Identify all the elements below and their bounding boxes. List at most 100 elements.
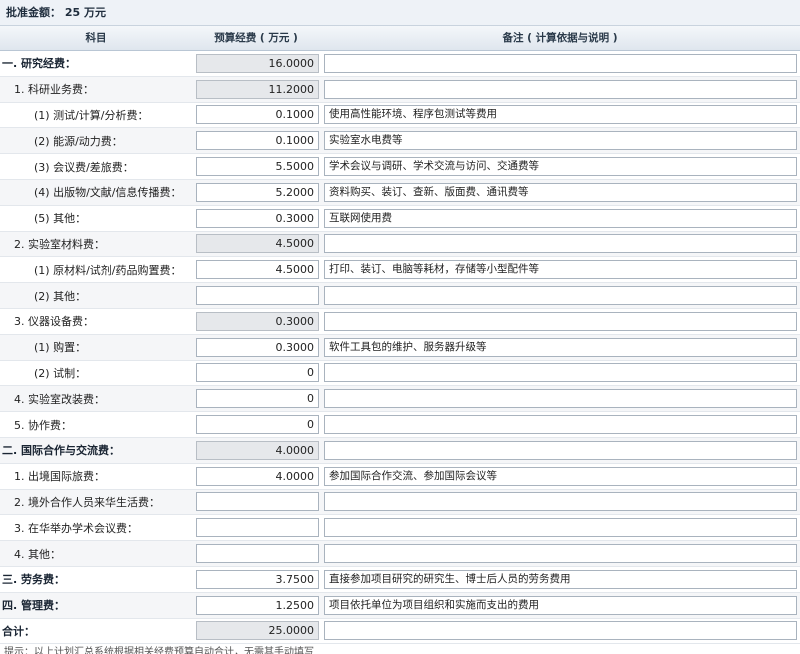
budget-input[interactable]: 3.7500	[196, 569, 319, 589]
remark-input[interactable]: 实验室水电费等	[324, 131, 797, 151]
row-label: (2) 其他：	[34, 289, 87, 303]
remark-input[interactable]	[324, 363, 797, 383]
table-row: 1. 出境国际旅费： 4.0000 参加国际合作交流、参加国际会议等	[0, 464, 800, 490]
budget-total-field: 11.2000	[196, 79, 319, 99]
remark-input[interactable]	[324, 440, 797, 460]
row-label: (4) 出版物/文献/信息传播费：	[34, 186, 182, 200]
table-row: 2. 实验室材料费： 4.5000	[0, 231, 800, 258]
table-row: (2) 试制： 0	[0, 361, 800, 387]
table-row: 5. 协作费： 0	[0, 412, 800, 438]
remark-input[interactable]	[324, 234, 797, 254]
table-row: 3. 在华举办学术会议费：	[0, 515, 800, 542]
remark-input[interactable]: 使用高性能环境、程序包测试等费用	[324, 105, 797, 125]
remark-input[interactable]: 互联网使用费	[324, 208, 797, 228]
budget-table: 一. 研究经费： 16.0000 1. 科研业务费： 11.2000 (1) 测试/计算…	[0, 51, 800, 645]
budget-input[interactable]: 4.0000	[196, 466, 319, 486]
remark-input[interactable]	[324, 415, 797, 435]
remark-input[interactable]: 资料购买、装订、查新、版面费、通讯费等	[324, 182, 797, 202]
remark-input[interactable]: 直接参加项目研究的研究生、博士后人员的劳务费用	[324, 569, 797, 589]
row-label: 2. 实验室材料费：	[14, 237, 105, 251]
row-label: 四. 管理费：	[2, 599, 66, 613]
remark-input[interactable]	[324, 79, 797, 99]
table-row: 四. 管理费： 1.2500 项目依托单位为项目组织和实施而支出的费用	[0, 592, 800, 619]
budget-input[interactable]: 0	[196, 389, 319, 409]
remark-input[interactable]	[324, 286, 797, 306]
budget-total-field: 25.0000	[196, 621, 319, 641]
table-row: 合计： 25.0000	[0, 619, 800, 645]
budget-input[interactable]: 0.3000	[196, 208, 319, 228]
budget-input[interactable]: 0	[196, 363, 319, 383]
table-row: (5) 其他： 0.3000 互联网使用费	[0, 206, 800, 232]
row-label: 4. 实验室改装费：	[14, 392, 105, 406]
approved-amount-bar: 批准金额： 25 万元	[0, 0, 800, 26]
table-row: 一. 研究经费： 16.0000	[0, 51, 800, 77]
budget-input[interactable]	[196, 544, 319, 564]
remark-input[interactable]	[324, 621, 797, 641]
table-row: 二. 国际合作与交流费： 4.0000	[0, 437, 800, 464]
budget-input[interactable]: 0.1000	[196, 131, 319, 151]
remark-input[interactable]	[324, 389, 797, 409]
remark-input[interactable]: 学术会议与调研、学术交流与访问、交通费等	[324, 157, 797, 177]
row-label: 二. 国际合作与交流费：	[2, 444, 121, 458]
budget-input[interactable]: 5.5000	[196, 157, 319, 177]
row-label: 2. 境外合作人员来华生活费：	[14, 495, 160, 509]
table-row: 1. 科研业务费： 11.2000	[0, 76, 800, 103]
budget-input[interactable]: 4.5000	[196, 260, 319, 280]
row-label: 1. 科研业务费：	[14, 83, 94, 97]
budget-input[interactable]: 0.3000	[196, 337, 319, 357]
table-header: 科目 预算经费 ( 万元 ) 备注 ( 计算依据与说明 )	[0, 26, 800, 51]
table-row: 三. 劳务费： 3.7500 直接参加项目研究的研究生、博士后人员的劳务费用	[0, 567, 800, 593]
table-row: (3) 会议费/差旅费： 5.5000 学术会议与调研、学术交流与访问、交通费等	[0, 154, 800, 180]
budget-input[interactable]: 1.2500	[196, 595, 319, 615]
table-row: 3. 仪器设备费： 0.3000	[0, 309, 800, 335]
budget-total-field: 4.0000	[196, 440, 319, 460]
table-row: (1) 原材料/试剂/药品购置费： 4.5000 打印、装订、电脑等耗材，存储等小型…	[0, 257, 800, 284]
row-label: (1) 购置：	[34, 341, 87, 355]
table-row: 4. 实验室改装费： 0	[0, 386, 800, 413]
row-label: (2) 能源/动力费：	[34, 134, 123, 148]
budget-input[interactable]: 5.2000	[196, 182, 319, 202]
row-label: (3) 会议费/差旅费：	[34, 160, 134, 174]
row-label: (5) 其他：	[34, 212, 87, 226]
table-row: 2. 境外合作人员来华生活费：	[0, 489, 800, 516]
column-header-remark: 备注 ( 计算依据与说明 )	[502, 32, 618, 44]
row-label: 合计：	[2, 624, 35, 638]
budget-input[interactable]	[196, 518, 319, 538]
budget-input[interactable]	[196, 286, 319, 306]
table-row: (1) 购置： 0.3000 软件工具包的维护、服务器升级等	[0, 334, 800, 361]
table-row: (4) 出版物/文献/信息传播费： 5.2000 资料购买、装订、查新、版面费、通讯…	[0, 179, 800, 206]
remark-input[interactable]	[324, 544, 797, 564]
table-row: (2) 能源/动力费： 0.1000 实验室水电费等	[0, 128, 800, 155]
row-label: 3. 在华举办学术会议费：	[14, 521, 138, 535]
remark-input[interactable]	[324, 311, 797, 331]
table-row: (1) 测试/计算/分析费： 0.1000 使用高性能环境、程序包测试等费用	[0, 103, 800, 129]
remark-input[interactable]: 参加国际合作交流、参加国际会议等	[324, 466, 797, 486]
column-header-subject: 科目	[85, 32, 107, 44]
budget-input[interactable]	[196, 492, 319, 512]
approved-amount-value: 25 万元	[64, 6, 106, 19]
budget-total-field: 0.3000	[196, 311, 319, 331]
approved-amount-label: 批准金额：	[6, 6, 61, 19]
budget-input[interactable]: 0	[196, 415, 319, 435]
row-label: 一. 研究经费：	[2, 57, 77, 71]
budget-input[interactable]: 0.1000	[196, 105, 319, 125]
row-label: 1. 出境国际旅费：	[14, 470, 105, 484]
table-row: (2) 其他：	[0, 283, 800, 309]
row-label: 3. 仪器设备费：	[14, 315, 94, 329]
budget-total-field: 4.5000	[196, 234, 319, 254]
row-label: 4. 其他：	[14, 547, 61, 561]
remark-input[interactable]	[324, 53, 797, 73]
column-header-budget: 预算经费 ( 万元 )	[214, 32, 298, 44]
table-row: 4. 其他：	[0, 541, 800, 567]
row-label: (1) 原材料/试剂/药品购置费：	[34, 263, 182, 277]
remark-input[interactable]	[324, 492, 797, 512]
footer-hint: 提示：以上计划汇总系统根据相关经费预算自动合计，无需其手动填写	[4, 647, 314, 654]
budget-total-field: 16.0000	[196, 53, 319, 73]
remark-input[interactable]: 软件工具包的维护、服务器升级等	[324, 337, 797, 357]
remark-input[interactable]	[324, 518, 797, 538]
row-label: (2) 试制：	[34, 366, 87, 380]
row-label: 三. 劳务费：	[2, 573, 66, 587]
row-label: (1) 测试/计算/分析费：	[34, 108, 149, 122]
remark-input[interactable]: 打印、装订、电脑等耗材，存储等小型配件等	[324, 260, 797, 280]
remark-input[interactable]: 项目依托单位为项目组织和实施而支出的费用	[324, 595, 797, 615]
